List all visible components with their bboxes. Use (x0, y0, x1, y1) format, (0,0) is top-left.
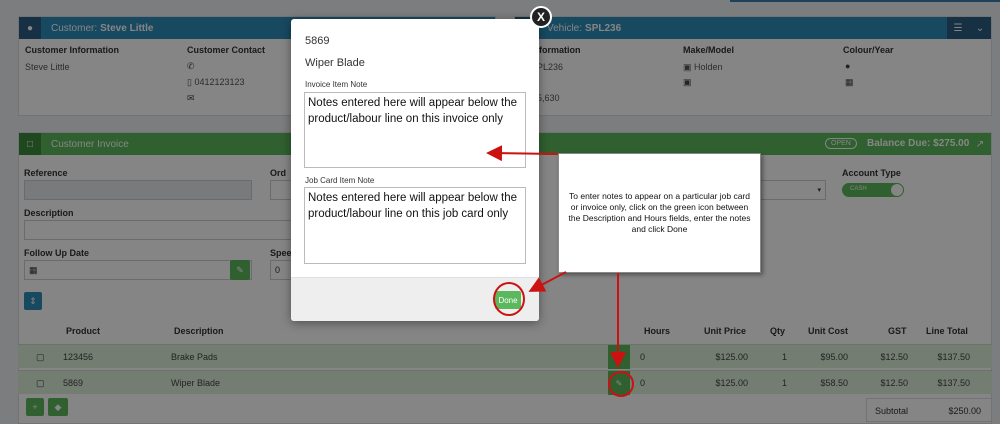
done-button[interactable]: Done (495, 291, 521, 309)
item-note-modal: 5869 Wiper Blade Invoice Item Note Notes… (291, 19, 539, 321)
jobcard-note-textarea[interactable]: Notes entered here will appear below the… (304, 187, 526, 264)
item-name: Wiper Blade (305, 57, 365, 69)
callout-text: To enter notes to appear on a particular… (568, 191, 751, 234)
close-button[interactable]: X (530, 6, 552, 28)
instruction-callout: To enter notes to appear on a particular… (558, 153, 761, 273)
item-number: 5869 (305, 35, 330, 47)
jobcard-note-label: Job Card Item Note (305, 176, 375, 185)
invoice-note-label: Invoice Item Note (305, 80, 368, 89)
invoice-note-textarea[interactable]: Notes entered here will appear below the… (304, 92, 526, 168)
